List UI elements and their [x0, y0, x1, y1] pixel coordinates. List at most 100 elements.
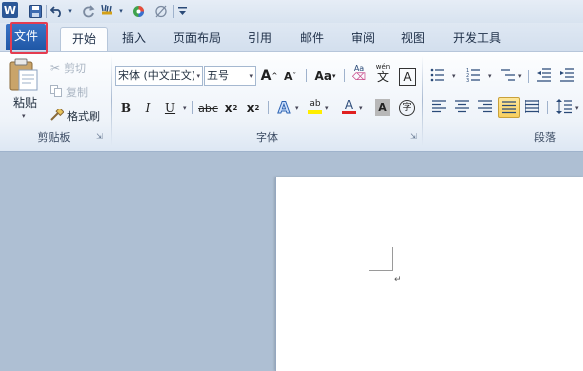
font-size-combo[interactable]: 五号 ▾ [204, 66, 256, 86]
highlight-color-bar [308, 109, 322, 114]
clipboard-launcher-icon[interactable]: ⇲ [96, 133, 104, 141]
paste-button[interactable]: 粘贴 ▾ [4, 56, 44, 126]
character-border-icon: A [403, 70, 412, 84]
separator [192, 101, 193, 114]
multilevel-list-dropdown-icon[interactable]: ▾ [518, 72, 522, 80]
superscript-button[interactable]: x2 [244, 98, 262, 118]
paste-dropdown-icon[interactable]: ▾ [22, 112, 26, 120]
underline-icon: U [164, 101, 176, 115]
clipboard-group-label: 剪贴板 [37, 131, 71, 144]
undo-icon[interactable] [49, 3, 65, 19]
save-icon[interactable] [27, 3, 43, 19]
dropdown-icon[interactable]: ▾ [117, 3, 125, 19]
tab-page-layout[interactable]: 页面布局 [166, 27, 228, 51]
line-spacing-dropdown-icon[interactable]: ▾ [575, 104, 579, 112]
shrink-font-button[interactable]: Aˇ [281, 66, 299, 86]
superscript-icon: x [246, 101, 255, 115]
numbering-dropdown-icon[interactable]: ▾ [488, 72, 492, 80]
paragraph-mark-icon: ↵ [394, 275, 402, 285]
font-color-dropdown-icon[interactable]: ▾ [359, 104, 363, 112]
multilevel-list-icon[interactable] [501, 68, 515, 82]
grow-font-icon: A [260, 68, 272, 84]
font-color-button[interactable]: A [340, 96, 358, 116]
numbering-icon[interactable]: 123 [466, 68, 480, 82]
text-effects-button[interactable]: A [275, 97, 293, 117]
tab-insert[interactable]: 插入 [114, 27, 154, 51]
phonetic-guide-button[interactable]: wén 文 [374, 64, 392, 84]
text-effects-dropdown-icon[interactable]: ▾ [295, 104, 299, 112]
shrink-font-icon: A [283, 69, 293, 83]
character-shading-button[interactable]: A [375, 99, 390, 116]
paste-icon [9, 58, 38, 91]
subscript-digit: 2 [232, 104, 238, 112]
ribbon-tab-bar: 文件 开始 插入 页面布局 引用 邮件 审阅 视图 开发工具 [0, 23, 583, 52]
scissors-icon: ✂ [50, 61, 61, 75]
bullets-icon[interactable] [430, 68, 444, 82]
enclose-characters-button[interactable]: 字 [398, 98, 416, 118]
clear-formatting-button[interactable]: Aa ⌫ [350, 64, 368, 84]
font-group-label: 字体 [256, 131, 278, 144]
tab-references[interactable]: 引用 [240, 27, 280, 51]
align-center-icon[interactable] [455, 100, 469, 113]
copy-button[interactable]: 复制 [50, 84, 88, 100]
distributed-icon[interactable] [525, 100, 539, 113]
font-launcher-icon[interactable]: ⇲ [410, 133, 418, 141]
customize-icon[interactable] [177, 3, 187, 19]
document-page[interactable]: ↵ [275, 177, 583, 371]
subscript-button[interactable]: x2 [222, 98, 240, 118]
highlight-dropdown-icon[interactable]: ▾ [325, 104, 329, 112]
word-app-icon[interactable]: W [2, 2, 18, 18]
decrease-indent-icon[interactable] [537, 68, 551, 82]
copy-icon [50, 84, 62, 100]
enclose-characters-icon: 字 [399, 100, 415, 116]
format-painter-qat-icon[interactable] [99, 3, 117, 19]
chevron-down-icon: ▾ [249, 72, 253, 80]
copy-label: 复制 [66, 86, 88, 99]
strikethrough-button[interactable]: abc [197, 98, 219, 118]
line-spacing-icon[interactable] [556, 99, 572, 114]
bullets-dropdown-icon[interactable]: ▾ [452, 72, 456, 80]
font-color-bar [342, 110, 356, 114]
redo-icon[interactable] [80, 3, 96, 19]
tab-mailings[interactable]: 邮件 [292, 27, 332, 51]
underline-dropdown-icon[interactable]: ▾ [183, 104, 187, 112]
italic-button[interactable]: I [139, 98, 157, 118]
align-left-icon[interactable] [432, 100, 446, 113]
cut-button[interactable]: ✂ 剪切 [50, 60, 86, 76]
svg-text:3: 3 [466, 78, 469, 82]
tab-review[interactable]: 审阅 [343, 27, 383, 51]
highlight-icon: ab [309, 98, 321, 109]
increase-indent-icon[interactable] [560, 68, 574, 82]
character-border-button[interactable]: A [399, 68, 416, 86]
font-color-icon: A [344, 97, 354, 112]
text-effects-icon: A [277, 97, 291, 117]
separator [528, 70, 529, 83]
paragraph-group-label: 段落 [534, 131, 556, 144]
separator [46, 5, 47, 18]
font-name-value: 宋体 (中文正文) [118, 69, 197, 82]
justify-button[interactable] [498, 97, 520, 118]
strikethrough-icon: abc [198, 101, 218, 115]
chevron-down-icon: ▾ [194, 67, 200, 85]
format-painter-button[interactable]: 格式刷 [50, 106, 100, 124]
change-case-button[interactable]: Aa ▾ [313, 66, 337, 86]
align-right-icon[interactable] [478, 100, 492, 113]
separator [173, 5, 174, 18]
grow-font-button[interactable]: A ^ [260, 66, 278, 86]
phonetic-guide-char: 文 [376, 70, 389, 84]
separator [547, 101, 548, 114]
quick-access-toolbar: W ▾ ▾ [0, 0, 583, 23]
undo-dropdown-icon[interactable]: ▾ [66, 3, 74, 19]
separator [306, 69, 307, 82]
superscript-digit: 2 [254, 104, 260, 112]
color-icon[interactable] [130, 3, 146, 19]
bold-icon: B [120, 101, 132, 115]
highlight-button[interactable]: ab [306, 96, 324, 116]
tab-home[interactable]: 开始 [60, 27, 108, 52]
bold-button[interactable]: B [117, 98, 135, 118]
tab-developer[interactable]: 开发工具 [446, 27, 508, 51]
clear-icon[interactable] [153, 3, 169, 19]
underline-button[interactable]: U [161, 98, 179, 118]
tab-view[interactable]: 视图 [393, 27, 433, 51]
font-name-combo[interactable]: 宋体 (中文正文) ▾ [115, 66, 203, 86]
